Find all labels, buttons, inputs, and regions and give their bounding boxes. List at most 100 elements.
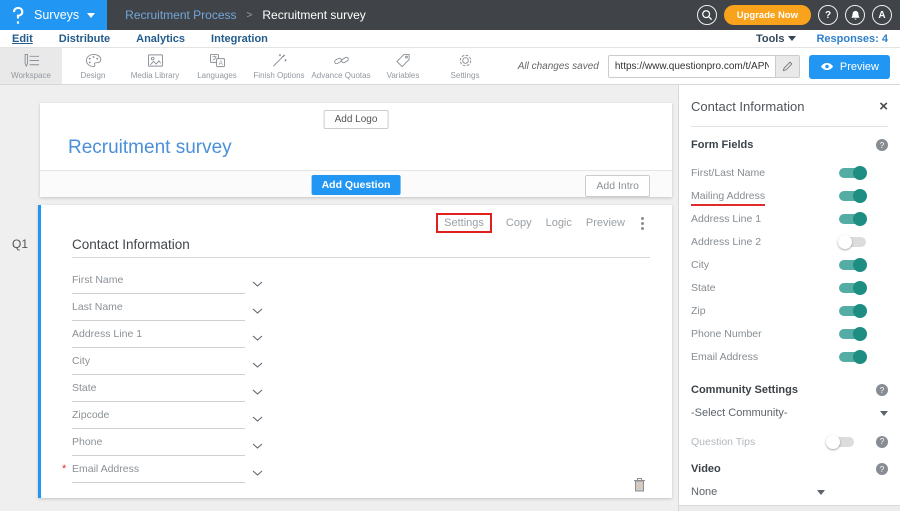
first-last-name-toggle[interactable] — [839, 168, 866, 178]
field-row-zipcode: Zipcode — [72, 402, 245, 429]
toggle-row-first-last-name: First/Last Name — [691, 161, 888, 184]
community-select[interactable]: -Select Community- — [691, 402, 888, 424]
questionpro-logo-icon — [10, 6, 26, 25]
question-heading[interactable]: Contact Information — [72, 237, 190, 252]
gear-icon — [457, 53, 474, 68]
breadcrumb: Recruitment Process > Recruitment survey — [125, 8, 366, 22]
add-intro-button[interactable]: Add Intro — [585, 175, 650, 197]
add-question-button[interactable]: Add Question — [312, 175, 401, 195]
phone-number-toggle[interactable] — [839, 329, 866, 339]
question-number-label: Q1 — [12, 237, 28, 251]
field-row-address-line-1: Address Line 1 — [72, 321, 245, 348]
question-divider — [72, 257, 650, 258]
upgrade-now-button[interactable]: Upgrade Now — [724, 5, 811, 25]
toggle-row-address-line-2: Address Line 2 — [691, 230, 888, 253]
field-row-phone: Phone — [72, 429, 245, 456]
form-fields-heading: Form Fields — [691, 139, 753, 151]
panel-bottom-scrollbar[interactable] — [679, 505, 900, 511]
search-icon — [701, 9, 713, 21]
add-logo-button[interactable]: Add Logo — [324, 110, 389, 129]
help-button[interactable]: ? — [818, 5, 838, 25]
breadcrumb-separator: > — [247, 10, 253, 21]
survey-url-input[interactable] — [609, 56, 775, 77]
chevron-down-icon[interactable] — [252, 389, 263, 395]
toolbar-item-settings[interactable]: Settings — [434, 48, 496, 84]
avatar[interactable]: A — [872, 5, 892, 25]
question-preview-button[interactable]: Preview — [586, 217, 625, 229]
chevron-down-icon[interactable] — [252, 443, 263, 449]
search-button[interactable] — [697, 5, 717, 25]
help-icon[interactable]: ? — [876, 139, 888, 151]
notifications-button[interactable] — [845, 5, 865, 25]
image-icon — [147, 53, 164, 68]
chevron-down-icon[interactable] — [252, 416, 263, 422]
question-tips-toggle[interactable] — [827, 437, 854, 447]
mailing-address-toggle[interactable] — [839, 191, 866, 201]
magic-wand-icon — [271, 53, 288, 68]
question-tips-row: Question Tips ? — [691, 430, 888, 453]
topbar-actions: Upgrade Now ? A — [697, 0, 892, 30]
breadcrumb-folder-link[interactable]: Recruitment Process — [125, 8, 236, 22]
tab-distribute[interactable]: Distribute — [59, 33, 110, 45]
responses-link[interactable]: Responses: 4 — [816, 33, 888, 45]
edit-url-button[interactable] — [775, 56, 799, 77]
survey-editor-workspace: Q1 Add Logo Recruitment survey Add Quest… — [0, 85, 678, 511]
survey-url-box — [608, 55, 800, 78]
tab-analytics[interactable]: Analytics — [136, 33, 185, 45]
help-icon[interactable]: ? — [876, 436, 888, 448]
save-status: All changes saved — [518, 61, 599, 72]
eye-icon — [820, 62, 834, 71]
toggle-row-phone-number: Phone Number — [691, 322, 888, 345]
survey-toolbar: Workspace Design Media Library A Languag… — [0, 48, 900, 85]
toggle-row-email-address: Email Address — [691, 345, 888, 368]
toolbar-item-advance-quotas[interactable]: Advance Quotas — [310, 48, 372, 84]
tools-menu[interactable]: Tools — [756, 33, 797, 45]
chevron-down-icon[interactable] — [252, 308, 263, 314]
toolbar-item-variables[interactable]: Variables — [372, 48, 434, 84]
help-icon[interactable]: ? — [876, 384, 888, 396]
chevron-down-icon[interactable] — [252, 470, 263, 476]
palette-icon — [85, 53, 102, 68]
survey-title[interactable]: Recruitment survey — [68, 137, 232, 159]
field-row-city: City — [72, 348, 245, 375]
toggle-row-state: State — [691, 276, 888, 299]
toggle-row-zip: Zip — [691, 299, 888, 322]
surveys-menu[interactable]: Surveys — [0, 0, 107, 30]
toggle-row-city: City — [691, 253, 888, 276]
field-row-email-address: * Email Address — [72, 456, 245, 483]
state-toggle[interactable] — [839, 283, 866, 293]
chevron-down-icon — [817, 490, 825, 495]
email-address-toggle[interactable] — [839, 352, 866, 362]
question-actions: Settings Copy Logic Preview — [436, 213, 646, 233]
chevron-down-icon[interactable] — [252, 281, 263, 287]
chevron-down-icon[interactable] — [252, 335, 263, 341]
chevron-down-icon[interactable] — [252, 362, 263, 368]
toolbar-item-workspace[interactable]: Workspace — [0, 48, 62, 84]
address-line-1-toggle[interactable] — [839, 214, 866, 224]
tab-integration[interactable]: Integration — [211, 33, 268, 45]
address-line-2-toggle[interactable] — [839, 237, 866, 247]
toolbar-item-media-library[interactable]: Media Library — [124, 48, 186, 84]
help-icon[interactable]: ? — [876, 463, 888, 475]
preview-button[interactable]: Preview — [809, 55, 890, 79]
toolbar-item-finish-options[interactable]: Finish Options — [248, 48, 310, 84]
question-copy-button[interactable]: Copy — [506, 217, 532, 229]
tab-edit[interactable]: Edit — [12, 33, 33, 45]
video-heading: Video — [691, 463, 721, 475]
question-more-menu[interactable] — [639, 215, 646, 232]
question-logic-button[interactable]: Logic — [546, 217, 572, 229]
required-marker: * — [62, 463, 66, 475]
workspace-icon — [23, 53, 40, 68]
trash-icon — [633, 477, 646, 492]
delete-question-button[interactable] — [633, 477, 646, 492]
toolbar-item-design[interactable]: Design — [62, 48, 124, 84]
chevron-down-icon — [788, 36, 796, 41]
city-toggle[interactable] — [839, 260, 866, 270]
toolbar-item-languages[interactable]: A Languages — [186, 48, 248, 84]
breadcrumb-current: Recruitment survey — [262, 8, 365, 22]
question-settings-button[interactable]: Settings — [436, 213, 492, 233]
video-select[interactable]: None — [691, 481, 888, 503]
tag-icon — [395, 53, 412, 68]
zip-toggle[interactable] — [839, 306, 866, 316]
close-icon[interactable]: × — [879, 99, 888, 114]
